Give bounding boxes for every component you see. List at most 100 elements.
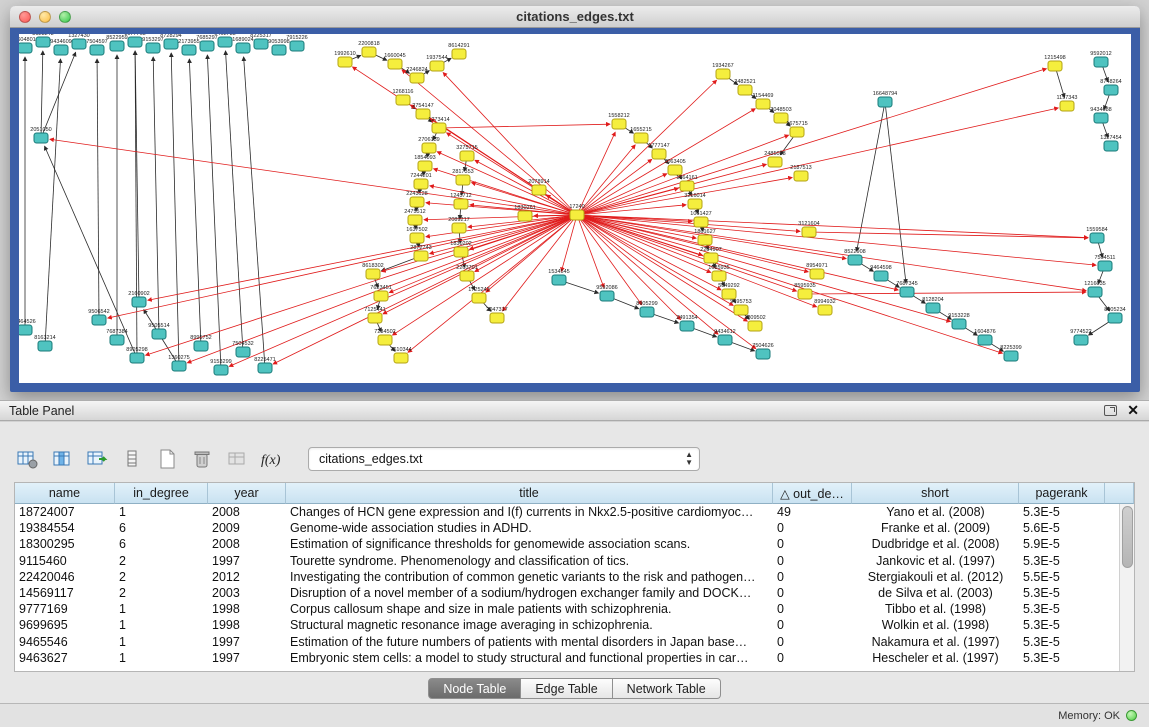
table-cell[interactable]: 0 bbox=[773, 536, 852, 552]
graph-node[interactable]: 3275715 bbox=[456, 145, 477, 161]
table-cell[interactable]: 5.9E-5 bbox=[1019, 536, 1105, 552]
table-cell[interactable]: 22420046 bbox=[15, 569, 115, 585]
table-cell[interactable]: Changes of HCN gene expression and I(f) … bbox=[286, 504, 773, 520]
graph-node[interactable]: 8954971 bbox=[806, 263, 827, 279]
table-row[interactable]: 977716911998Corpus callosum shape and si… bbox=[15, 601, 1134, 617]
graph-node[interactable]: 8128204 bbox=[922, 297, 943, 313]
graph-node[interactable]: 1934267 bbox=[712, 63, 733, 79]
graph-node[interactable]: 1675715 bbox=[786, 121, 807, 137]
table-row[interactable]: 911546021997Tourette syndrome. Phenomeno… bbox=[15, 553, 1134, 569]
graph-node[interactable]: 7244201 bbox=[410, 173, 431, 189]
close-window-button[interactable] bbox=[19, 11, 31, 23]
table-cell[interactable]: 0 bbox=[773, 601, 852, 617]
table-cell[interactable]: de Silva et al. (2003) bbox=[852, 585, 1019, 601]
graph-node[interactable]: 7504597 bbox=[86, 39, 107, 55]
graph-node[interactable]: 1216035 bbox=[1084, 281, 1105, 297]
table-cell[interactable]: Genome-wide association studies in ADHD. bbox=[286, 520, 773, 536]
table-row[interactable]: 2242004622012Investigating the contribut… bbox=[15, 569, 1134, 585]
table-cell[interactable]: Investigating the contribution of common… bbox=[286, 569, 773, 585]
table-cell[interactable]: 0 bbox=[773, 650, 852, 666]
graph-node[interactable]: 9153297 bbox=[142, 37, 163, 53]
graph-node[interactable]: 1604876 bbox=[974, 329, 995, 345]
table-cell[interactable]: Embryonic stem cells: a model to study s… bbox=[286, 650, 773, 666]
column-header-in_degree[interactable]: in_degree bbox=[115, 483, 208, 504]
table-scrollbar[interactable] bbox=[1119, 504, 1134, 671]
import-table-icon[interactable] bbox=[84, 446, 110, 472]
window-titlebar[interactable]: citations_edges.txt bbox=[10, 6, 1140, 28]
graph-node[interactable]: 7504626 bbox=[752, 343, 773, 359]
table-cell[interactable]: 2012 bbox=[208, 569, 286, 585]
graph-node[interactable]: 1215498 bbox=[1044, 55, 1065, 71]
graph-node[interactable]: 2485083 bbox=[764, 151, 785, 167]
table-cell[interactable]: 5.3E-5 bbox=[1019, 585, 1105, 601]
graph-node[interactable]: 3121604 bbox=[798, 221, 819, 237]
graph-node[interactable]: 2243128 bbox=[406, 191, 427, 207]
graph-node[interactable]: 8163214 bbox=[34, 335, 55, 351]
table-cell[interactable]: 2 bbox=[115, 553, 208, 569]
table-cell[interactable]: 2003 bbox=[208, 585, 286, 601]
table-row[interactable]: 1456911722003Disruption of a novel membe… bbox=[15, 585, 1134, 601]
table-cell[interactable]: 1997 bbox=[208, 650, 286, 666]
table-cell[interactable]: 1997 bbox=[208, 553, 286, 569]
table-cell[interactable]: 49 bbox=[773, 504, 852, 520]
graph-node[interactable]: 1655215 bbox=[630, 127, 651, 143]
table-cell[interactable]: Tibbo et al. (1998) bbox=[852, 601, 1019, 617]
graph-node[interactable]: 9434609 bbox=[50, 39, 71, 55]
table-row[interactable]: 946362711997Embryonic stem cells: a mode… bbox=[15, 650, 1134, 666]
table-cell[interactable]: 5.6E-5 bbox=[1019, 520, 1105, 536]
table-cell[interactable]: Estimation of the future numbers of pati… bbox=[286, 634, 773, 650]
table-cell[interactable]: 1998 bbox=[208, 617, 286, 633]
table-cell[interactable]: Nakamura et al. (1997) bbox=[852, 634, 1019, 650]
table-cell[interactable]: 6 bbox=[115, 536, 208, 552]
network-graph[interactable]: 1604801812824894346091327430750459785229… bbox=[19, 34, 1131, 382]
graph-node[interactable]: 9774522 bbox=[1070, 329, 1091, 345]
graph-node[interactable]: 8905299 bbox=[636, 301, 657, 317]
table-cell[interactable]: Estimation of significance thresholds fo… bbox=[286, 536, 773, 552]
table-cell[interactable]: 2009 bbox=[208, 520, 286, 536]
table-cell[interactable]: 6 bbox=[115, 520, 208, 536]
table-cell[interactable]: Disruption of a novel member of a sodium… bbox=[286, 585, 773, 601]
graph-node[interactable]: 8905298 bbox=[126, 347, 147, 363]
table-cell[interactable]: Corpus callosum shape and size in male p… bbox=[286, 601, 773, 617]
table-cell[interactable]: Tourette syndrome. Phenomenology and cla… bbox=[286, 553, 773, 569]
table-cell[interactable]: 5.3E-5 bbox=[1019, 634, 1105, 650]
graph-node[interactable]: 5849292 bbox=[718, 283, 739, 299]
zoom-window-button[interactable] bbox=[59, 11, 71, 23]
table-cell[interactable]: 5.5E-5 bbox=[1019, 569, 1105, 585]
table-cell[interactable]: 19384554 bbox=[15, 520, 115, 536]
tab-network-table[interactable]: Network Table bbox=[613, 678, 721, 699]
table-cell[interactable]: Yano et al. (2008) bbox=[852, 504, 1019, 520]
table-row[interactable]: 1872400712008Changes of HCN gene express… bbox=[15, 504, 1134, 520]
graph-node[interactable]: 2173955 bbox=[178, 39, 199, 55]
graph-node[interactable]: 1604801 bbox=[19, 37, 36, 53]
delete-column-icon[interactable] bbox=[189, 446, 215, 472]
table-cell[interactable]: 5.3E-5 bbox=[1019, 601, 1105, 617]
graph-node[interactable]: 1937544 bbox=[426, 55, 447, 71]
close-panel-icon[interactable]: ✕ bbox=[1127, 405, 1139, 416]
table-selector-dropdown[interactable]: citations_edges.txt ▲▼ bbox=[308, 447, 700, 471]
graph-node[interactable]: 7234502 bbox=[374, 329, 395, 345]
column-header-out_de[interactable]: △ out_de… bbox=[773, 483, 852, 504]
graph-node[interactable]: 9505514 bbox=[148, 323, 169, 339]
table-cell[interactable]: 1 bbox=[115, 504, 208, 520]
column-header-pagerank[interactable]: pagerank bbox=[1019, 483, 1105, 504]
graph-node[interactable]: 2872743 bbox=[410, 245, 431, 261]
graph-node[interactable]: 9495753 bbox=[730, 299, 751, 315]
table-row[interactable]: 969969511998Structural magnetic resonanc… bbox=[15, 617, 1134, 633]
graph-node[interactable]: 2051050 bbox=[30, 127, 51, 143]
graph-node[interactable]: 8225399 bbox=[1000, 345, 1021, 361]
table-cell[interactable]: Jankovic et al. (1997) bbox=[852, 553, 1019, 569]
graph-node[interactable]: 2187513 bbox=[790, 165, 811, 181]
column-header-name[interactable]: name bbox=[15, 483, 115, 504]
graph-node[interactable]: 1777147 bbox=[648, 143, 669, 159]
table-cell[interactable]: Hescheler et al. (1997) bbox=[852, 650, 1019, 666]
graph-node[interactable]: 2706139 bbox=[418, 137, 439, 153]
graph-node[interactable]: 9592086 bbox=[596, 285, 617, 301]
column-header-title[interactable]: title bbox=[286, 483, 773, 504]
table-cell[interactable]: 1 bbox=[115, 601, 208, 617]
graph-node[interactable]: 7504511 bbox=[1094, 255, 1115, 271]
graph-node[interactable]: 1637502 bbox=[406, 227, 427, 243]
table-cell[interactable]: 1 bbox=[115, 617, 208, 633]
graph-node[interactable]: 9434688 bbox=[1090, 107, 1111, 123]
graph-node[interactable]: 1830202 bbox=[450, 241, 471, 257]
